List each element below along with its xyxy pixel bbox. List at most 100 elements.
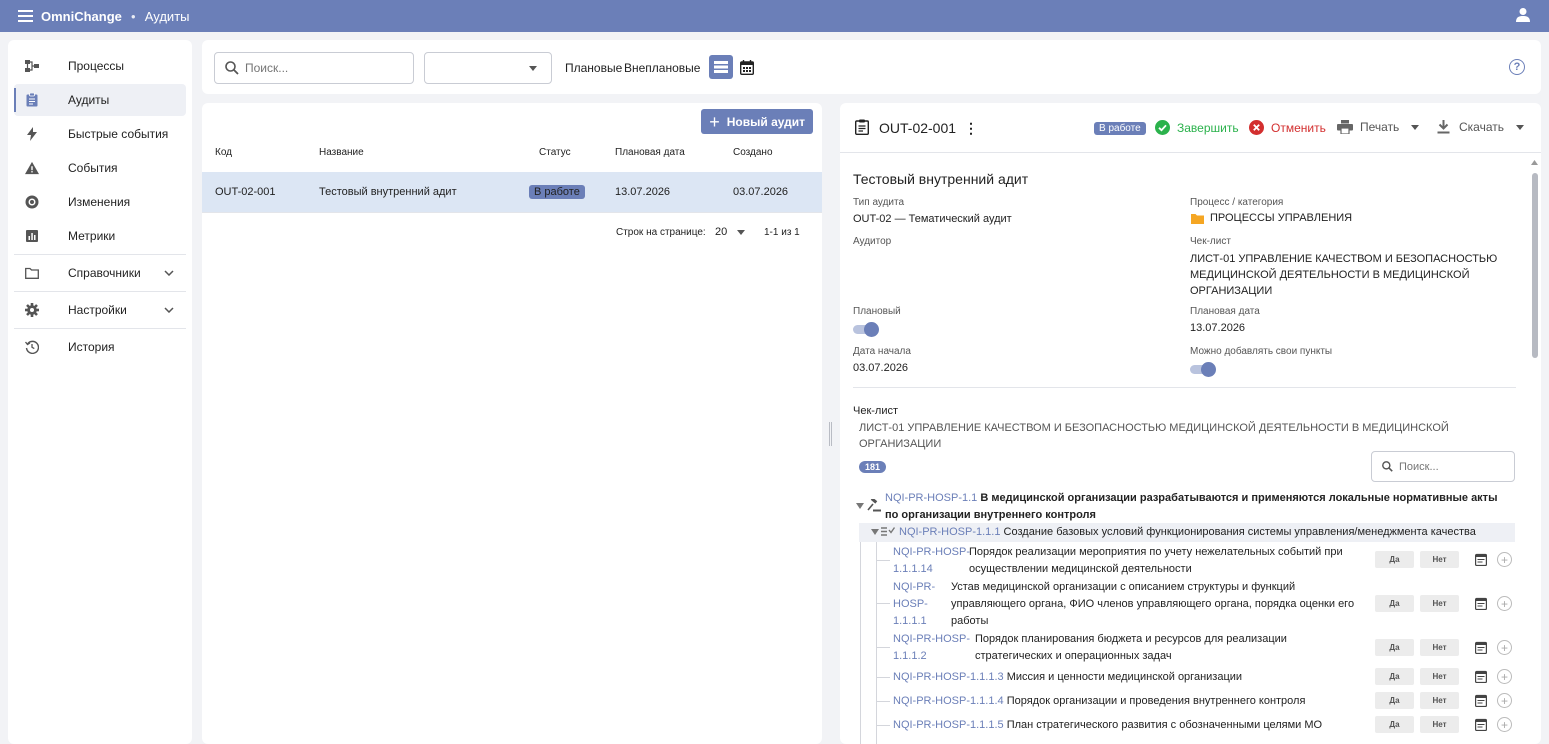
sidebar-item-label: Аудиты [68, 93, 110, 107]
rows-per-page-select[interactable]: 20 [715, 226, 727, 238]
tree-branch [876, 603, 890, 604]
yes-button[interactable]: Да [1375, 551, 1414, 568]
checklist-icon [881, 527, 895, 536]
plus-icon: + [709, 111, 720, 132]
lightning-icon [25, 127, 39, 141]
tree-branch [876, 701, 890, 702]
cancel-button[interactable]: Отменить [1249, 120, 1326, 135]
add-circle-icon[interactable]: + [1497, 640, 1512, 655]
clipboard-icon [855, 119, 869, 135]
sidebar-item-changes[interactable]: Изменения [14, 186, 186, 218]
no-button[interactable]: Нет [1420, 639, 1459, 656]
sidebar-item-history[interactable]: История [14, 331, 186, 363]
checklist-label: Чек-лист [1190, 236, 1231, 247]
chevron-down-icon[interactable] [737, 230, 745, 235]
column-header-status[interactable]: Статус [539, 147, 571, 158]
audit-code[interactable]: OUT-02-001 [215, 186, 276, 198]
add-circle-icon[interactable]: + [1497, 717, 1512, 732]
checklist-value-line-2: МЕДИЦИНСКОЙ ДЕЯТЕЛЬНОСТИ В МЕДИЦИНСКОЙ [1190, 269, 1470, 281]
checklist-item[interactable]: NQI-PR-HOSP-1.1.1.3 Миссия и ценности ме… [893, 669, 1242, 686]
planned-toggle[interactable] [853, 322, 879, 337]
sidebar-item-events[interactable]: События [14, 152, 186, 184]
column-header-code[interactable]: Код [215, 147, 232, 158]
cancel-label: Отменить [1271, 120, 1326, 135]
sidebar-item-audits[interactable]: Аудиты [14, 84, 186, 116]
checklist-count-badge: 181 [859, 461, 887, 473]
print-button[interactable]: Печать [1337, 120, 1420, 134]
folder-icon [25, 266, 39, 280]
sidebar: Процессы Аудиты Быстрые события События … [8, 40, 192, 744]
finish-button[interactable]: Завершить [1155, 120, 1239, 135]
add-circle-icon[interactable]: + [1497, 693, 1512, 708]
note-icon[interactable] [1475, 718, 1487, 731]
sidebar-item-settings[interactable]: Настройки [14, 294, 186, 326]
yes-button[interactable]: Да [1375, 595, 1414, 612]
checklist-search-input[interactable] [1399, 460, 1509, 473]
scrollbar-thumb[interactable] [1532, 173, 1538, 358]
yes-button[interactable]: Да [1375, 639, 1414, 656]
new-audit-button[interactable]: + Новый аудит [701, 109, 813, 134]
column-header-name[interactable]: Название [319, 147, 364, 158]
audit-planned-date: 13.07.2026 [615, 186, 671, 198]
note-icon[interactable] [1475, 694, 1487, 707]
menu-icon[interactable] [18, 10, 38, 22]
dropdown-caret-icon [1516, 124, 1524, 130]
note-icon[interactable] [1475, 641, 1487, 654]
table-row[interactable]: OUT-02-001 Тестовый внутренний адит В ра… [202, 172, 822, 213]
tree-node-group[interactable]: NQI-PR-HOSP-1.1.1 Создание базовых услов… [859, 523, 1515, 542]
help-icon[interactable]: ? [1509, 59, 1525, 75]
note-icon[interactable] [1475, 553, 1487, 566]
sidebar-item-metrics[interactable]: Метрики [14, 220, 186, 252]
start-date-label: Дата начала [853, 346, 911, 357]
no-button[interactable]: Нет [1420, 595, 1459, 612]
custom-items-toggle[interactable] [1190, 362, 1216, 377]
tree-node-code: NQI-PR-HOSP-1.1.1.4 [893, 695, 1004, 707]
search-input[interactable] [245, 61, 395, 75]
tree-node-code[interactable]: NQI-PR-HOSP-1.1.1 [899, 526, 1000, 538]
checklist-item[interactable]: NQI-PR-HOSP-1.1.1.5 План стратегического… [893, 717, 1322, 734]
add-circle-icon[interactable]: + [1497, 596, 1512, 611]
download-button[interactable]: Скачать [1437, 120, 1524, 134]
tree-node-code[interactable]: NQI-PR-HOSP-1.1 [885, 492, 977, 504]
note-icon[interactable] [1475, 597, 1487, 610]
no-button[interactable]: Нет [1420, 692, 1459, 709]
yes-button[interactable]: Да [1375, 716, 1414, 733]
sidebar-item-directories[interactable]: Справочники [14, 257, 186, 289]
checklist-item-code[interactable]: NQI-PR-HOSP- 1.1.1.2 [893, 631, 970, 665]
add-circle-icon[interactable]: + [1497, 669, 1512, 684]
app-brand[interactable]: OmniChange [41, 9, 122, 24]
checklist-item-code[interactable]: NQI-PR- HOSP- 1.1.1.1 [893, 579, 935, 630]
sidebar-item-label: Настройки [68, 303, 127, 317]
panel-resize-handle[interactable] [829, 422, 832, 446]
note-icon[interactable] [1475, 670, 1487, 683]
filter-unplanned[interactable]: Внеплановые [624, 61, 700, 75]
process-value: ПРОЦЕССЫ УПРАВЛЕНИЯ [1210, 212, 1353, 224]
checklist-item-code[interactable]: NQI-PR-HOSP- 1.1.1.14 [893, 544, 970, 578]
list-view-button[interactable] [709, 55, 733, 79]
no-button[interactable]: Нет [1420, 668, 1459, 685]
process-label: Процесс / категория [1190, 197, 1284, 208]
checklist-item[interactable]: NQI-PR-HOSP-1.1.1.4 Порядок организации … [893, 693, 1305, 710]
dropdown-caret-icon [529, 66, 537, 71]
sidebar-item-processes[interactable]: Процессы [14, 50, 186, 82]
user-icon[interactable] [1516, 7, 1530, 23]
column-header-created[interactable]: Создано [733, 147, 773, 158]
calendar-view-button[interactable] [735, 55, 759, 79]
add-circle-icon[interactable]: + [1497, 552, 1512, 567]
filter-planned[interactable]: Плановые [565, 61, 622, 75]
more-vert-icon[interactable]: ⋮ [964, 120, 978, 137]
scroll-up-arrow-icon[interactable] [1531, 160, 1538, 165]
no-button[interactable]: Нет [1420, 551, 1459, 568]
sidebar-item-quick-events[interactable]: Быстрые события [14, 118, 186, 150]
tree-node-root[interactable]: NQI-PR-HOSP-1.1 В медицинской организаци… [885, 490, 1515, 524]
planned-date-label: Плановая дата [1190, 306, 1260, 317]
section-divider [853, 387, 1516, 388]
expand-arrow-icon[interactable] [856, 503, 864, 509]
no-button[interactable]: Нет [1420, 716, 1459, 733]
yes-button[interactable]: Да [1375, 668, 1414, 685]
checklist-value-line-1: ЛИСТ-01 УПРАВЛЕНИЕ КАЧЕСТВОМ И БЕЗОПАСНО… [1190, 253, 1498, 265]
column-header-planned-date[interactable]: Плановая дата [615, 147, 685, 158]
expand-arrow-icon[interactable] [871, 529, 879, 535]
filter-select[interactable] [424, 52, 552, 84]
yes-button[interactable]: Да [1375, 692, 1414, 709]
